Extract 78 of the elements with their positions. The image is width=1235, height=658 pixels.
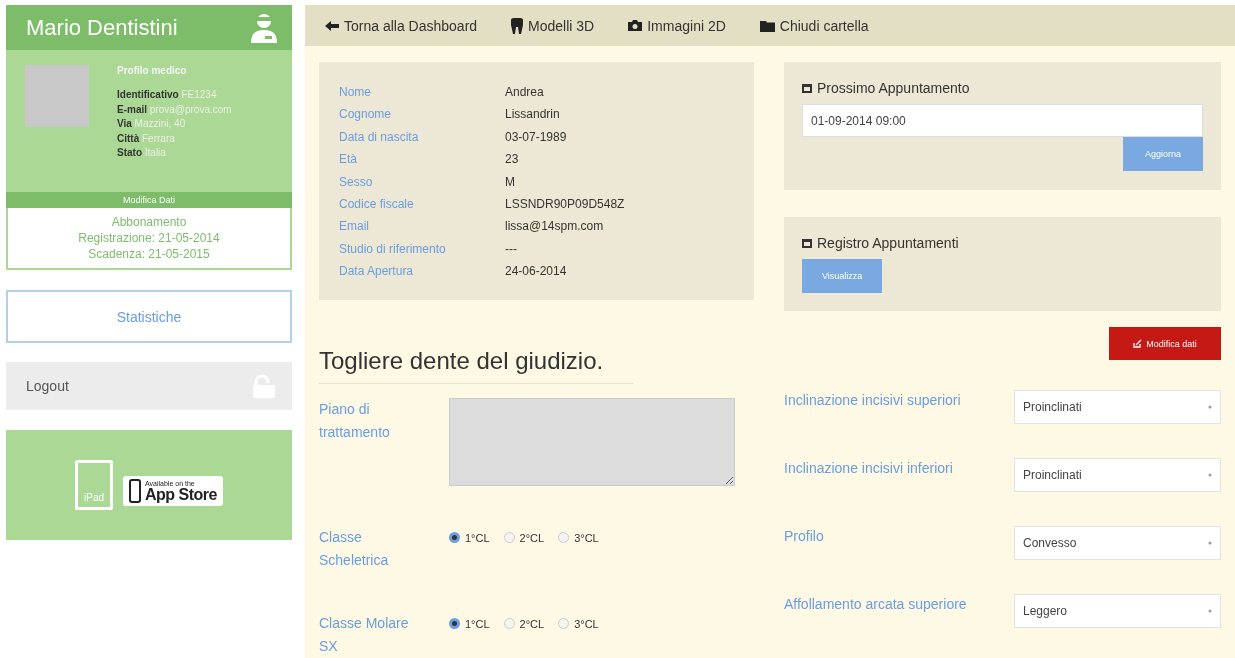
form-label: Piano di trattamento [319, 400, 391, 442]
doctor-icon [250, 11, 278, 44]
form-label: Classe Scheletrica [319, 528, 390, 570]
field-label: Codice fiscale [339, 196, 415, 213]
panel-title: Prossimo Appuntamento [817, 80, 970, 96]
dropdown[interactable]: Proinclinati [1014, 390, 1221, 424]
photo-placeholder [25, 65, 89, 127]
date-input-field[interactable]: 01-09-2014 09:00 [802, 104, 1203, 137]
field-value: lissa@14spm.com [505, 219, 605, 236]
field-value: 24-06-2014 [505, 264, 568, 281]
dropdown-indicator-icon [1208, 473, 1212, 477]
dropdown[interactable]: Leggero [1014, 594, 1221, 628]
treatment-plan-field[interactable] [449, 398, 735, 486]
radio-option[interactable]: 1°CL [449, 617, 490, 630]
radio-option[interactable]: 1°CL [449, 531, 490, 544]
field-label: Data di nascita [339, 129, 420, 146]
field-label: Cognome [339, 107, 393, 124]
tablet-label: iPad [84, 492, 104, 503]
radio-button[interactable] [558, 532, 570, 543]
radio-option[interactable]: 2°CL [503, 617, 545, 630]
nav-link[interactable]: Modelli 3D [511, 17, 595, 34]
radio-option[interactable]: 3°CL [558, 617, 599, 630]
nav-link[interactable]: Chiudi cartella [759, 17, 869, 34]
folder-icon [759, 19, 775, 32]
form-label: Inclinazione incisivi superiori [784, 391, 961, 408]
tooth-icon [511, 17, 524, 34]
profile-field: Città Ferrara [117, 131, 232, 146]
calendar-icon [802, 83, 812, 93]
form-label: Affollamento arcata superiore [784, 595, 967, 612]
dropdown[interactable]: Convesso [1014, 526, 1221, 560]
calendar-icon [802, 238, 812, 248]
field-label: Nome [339, 85, 372, 101]
treatment-title: Togliere dente del giudizio. [319, 347, 633, 384]
field-label: Studio di riferimento [339, 241, 447, 258]
radio-button[interactable] [503, 532, 515, 543]
badge-title: App Store [145, 486, 217, 503]
field-value: --- [505, 241, 518, 258]
subscription-text: Registrazione: 21-05-2014 [78, 230, 220, 246]
field-label: Email [339, 219, 370, 236]
radio-button[interactable] [449, 618, 460, 629]
field-value: Andrea [505, 85, 545, 101]
phone-icon [129, 479, 141, 503]
form-label: Inclinazione incisivi inferiori [784, 459, 953, 476]
user-name: Mario Dentistini [26, 14, 178, 41]
field-label: Sesso [339, 174, 374, 191]
dropdown[interactable]: Proinclinati [1014, 458, 1221, 492]
field-label: Età [339, 152, 358, 169]
dropdown-indicator-icon [1208, 405, 1212, 409]
profile-heading: Profilo medico [117, 65, 188, 76]
logout-button[interactable]: Logout [6, 362, 292, 410]
radio-option[interactable]: 2°CL [503, 531, 545, 544]
field-value: Lissandrin [505, 107, 561, 124]
radio-button[interactable] [449, 532, 460, 543]
dropdown-indicator-icon [1208, 541, 1212, 545]
subscription-text: Scadenza: 21-05-2015 [88, 246, 210, 262]
radio-button[interactable] [558, 618, 570, 629]
edit-data-button[interactable]: Modifica dati [1109, 327, 1221, 360]
edit-icon [1133, 339, 1143, 348]
radio-option[interactable]: 3°CL [558, 531, 599, 544]
subscription-text: Abbonamento [111, 214, 187, 230]
profile-field: Via Mazzini, 40 [117, 117, 232, 132]
profile-field: E-mail prova@prova.com [117, 102, 232, 117]
field-value: 23 [505, 152, 520, 169]
camera-icon [628, 20, 643, 31]
field-value: M [505, 174, 516, 191]
profile-field: Identificativo FE1234 [117, 88, 232, 103]
form-label: Profilo [784, 527, 824, 544]
nav-link[interactable]: Torna alla Dashboard [325, 17, 478, 34]
form-label: Classe Molare SX [319, 614, 410, 656]
panel-title: Registro Appuntamenti [817, 235, 959, 251]
dropdown-indicator-icon [1208, 609, 1212, 613]
arrow-icon [325, 20, 339, 31]
radio-button[interactable] [503, 618, 515, 629]
profile-field: Stato Italia [117, 146, 232, 161]
field-value: 03-07-1989 [505, 129, 568, 146]
field-label: Data Apertura [339, 264, 415, 281]
field-value: LSSNDR90P09D548Z [505, 196, 626, 213]
nav-link[interactable]: Immagini 2D [628, 17, 726, 34]
